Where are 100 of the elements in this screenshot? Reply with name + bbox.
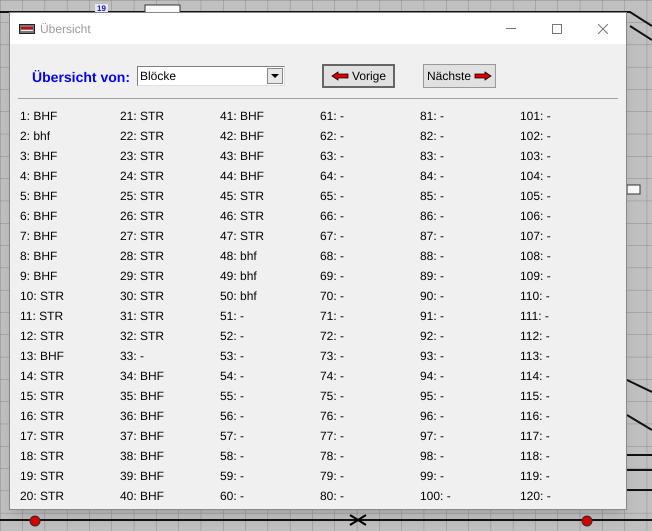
overview-label: Übersicht von:	[32, 68, 132, 86]
block-entry: 47: STR	[220, 228, 264, 245]
block-entry: 13: BHF	[20, 348, 64, 365]
dropdown-field[interactable]: Blöcke	[137, 66, 285, 86]
block-entry: 10: STR	[20, 288, 64, 305]
block-entry: 26: STR	[120, 208, 164, 225]
block-entry: 42: BHF	[220, 128, 264, 145]
block-entry: 100: -	[420, 488, 451, 505]
block-entry: 65: -	[320, 188, 344, 205]
block-entry: 3: BHF	[20, 148, 58, 165]
block-entry: 28: STR	[120, 248, 164, 265]
block-entry: 40: BHF	[120, 488, 164, 505]
block-entry: 111: -	[520, 308, 549, 325]
block-entry: 41: BHF	[220, 108, 264, 125]
block-entry: 68: -	[320, 248, 344, 265]
block-entry: 43: BHF	[220, 148, 264, 165]
block-entry: 32: STR	[120, 328, 164, 345]
block-entry: 15: STR	[20, 388, 64, 405]
block-entry: 118: -	[520, 448, 550, 465]
block-entry: 7: BHF	[20, 228, 58, 245]
block-entry: 62: -	[320, 128, 344, 145]
block-entry: 120: -	[520, 488, 551, 505]
block-entry: 22: STR	[120, 128, 164, 145]
block-entry: 99: -	[420, 468, 444, 485]
block-entry: 108: -	[520, 248, 551, 265]
block-entry: 57: -	[220, 428, 244, 445]
window-title: Übersicht	[40, 20, 91, 38]
block-entry: 44: BHF	[220, 168, 264, 185]
block-entry: 51: -	[220, 308, 244, 325]
block-entry: 88: -	[420, 248, 444, 265]
block-entry: 9: BHF	[20, 268, 58, 285]
block-entry: 107: -	[520, 228, 551, 245]
block-entry: 102: -	[520, 128, 551, 145]
block-entry: 23: STR	[120, 148, 164, 165]
block-entry: 72: -	[320, 328, 344, 345]
block-entry: 56: -	[220, 408, 244, 425]
block-entry: 92: -	[420, 328, 444, 345]
close-icon	[598, 24, 608, 34]
block-entry: 83: -	[420, 148, 444, 165]
next-button[interactable]: Nächste	[423, 64, 496, 88]
block-entry: 103: -	[520, 148, 551, 165]
left-arrow-icon	[330, 71, 349, 81]
block-entry: 50: bhf	[220, 288, 257, 305]
block-entry: 25: STR	[120, 188, 164, 205]
block-entry: 87: -	[420, 228, 444, 245]
block-entry: 115: -	[520, 388, 550, 405]
maximize-icon	[552, 24, 562, 34]
block-entry: 104: -	[520, 168, 551, 185]
block-entry: 54: -	[220, 368, 244, 385]
block-entry: 34: BHF	[120, 368, 164, 385]
block-entry: 97: -	[420, 428, 444, 445]
block-entry: 110: -	[520, 288, 550, 305]
block-entry: 31: STR	[120, 308, 164, 325]
block-entry: 24: STR	[120, 168, 164, 185]
block-entry: 98: -	[420, 448, 444, 465]
block-entry: 71: -	[320, 308, 344, 325]
block-entry: 11: STR	[20, 308, 64, 325]
block-entry: 80: -	[320, 488, 344, 505]
block-entry: 75: -	[320, 388, 344, 405]
block-entry: 58: -	[220, 448, 244, 465]
minimize-icon	[506, 28, 516, 29]
block-entry: 6: BHF	[20, 208, 58, 225]
block-entry: 49: bhf	[220, 268, 257, 285]
block-entry: 94: -	[420, 368, 444, 385]
block-entry: 12: STR	[20, 328, 64, 345]
block-entry: 60: -	[220, 488, 244, 505]
block-entry: 63: -	[320, 148, 344, 165]
block-entry: 61: -	[320, 108, 344, 125]
block-entry: 2: bhf	[20, 128, 50, 145]
block-entry: 112: -	[520, 328, 550, 345]
block-entry: 55: -	[220, 388, 244, 405]
block-entry: 59: -	[220, 468, 244, 485]
block-entry: 76: -	[320, 408, 344, 425]
block-entry: 114: -	[520, 368, 550, 385]
block-entry: 84: -	[420, 168, 444, 185]
block-entry: 96: -	[420, 408, 444, 425]
block-entry: 37: BHF	[120, 428, 164, 445]
block-entry: 66: -	[320, 208, 344, 225]
block-entry: 109: -	[520, 268, 551, 285]
block-entry: 18: STR	[20, 448, 64, 465]
block-entry: 48: bhf	[220, 248, 257, 265]
block-entry: 113: -	[520, 348, 550, 365]
previous-button[interactable]: Vorige	[322, 64, 395, 88]
block-entry: 16: STR	[20, 408, 64, 425]
block-entry: 39: BHF	[120, 468, 164, 485]
block-entry: 93: -	[420, 348, 444, 365]
block-entry: 90: -	[420, 288, 444, 305]
right-arrow-icon	[474, 71, 492, 81]
block-entry: 17: STR	[20, 428, 64, 445]
block-entry: 64: -	[320, 168, 344, 185]
block-entry: 5: BHF	[20, 188, 58, 205]
block-entry: 45: STR	[220, 188, 264, 205]
block-entry: 119: -	[520, 468, 550, 485]
block-entry: 33: -	[120, 348, 144, 365]
block-entry: 74: -	[320, 368, 344, 385]
block-entry: 1: BHF	[20, 108, 58, 125]
block-entry: 38: BHF	[120, 448, 164, 465]
block-entry: 27: STR	[120, 228, 164, 245]
window-icon	[19, 24, 35, 34]
block-entry: 101: -	[520, 108, 551, 125]
